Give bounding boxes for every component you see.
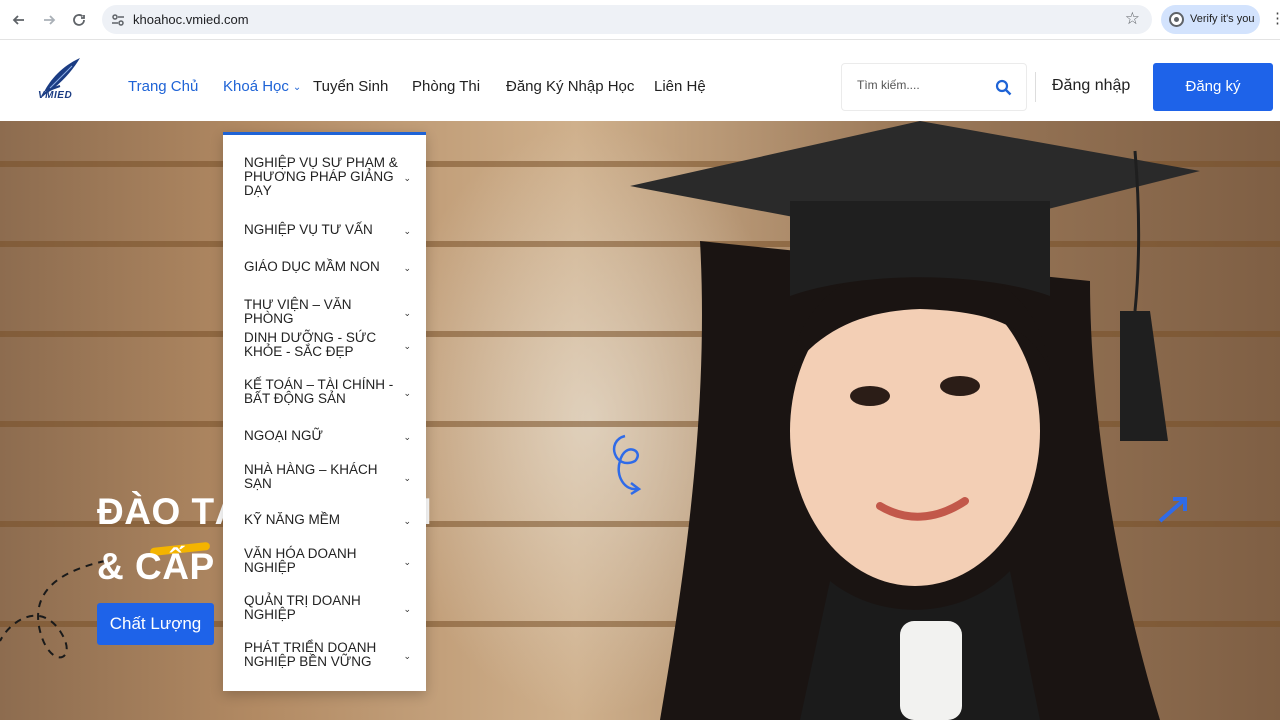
arrow-decoration-icon — [1158, 497, 1187, 523]
login-link[interactable]: Đăng nhập — [1052, 77, 1130, 95]
chevron-down-icon: ⌄ — [403, 432, 411, 442]
chevron-down-icon: ⌄ — [403, 308, 411, 318]
chevron-down-icon: ⌄ — [403, 516, 411, 526]
dropdown-item-label: NGOẠI NGỮ — [244, 428, 324, 443]
courses-dropdown: NGHIỆP VỤ SƯ PHẠM & PHƯƠNG PHÁP GIẢNG DẠ… — [223, 132, 426, 691]
nav-khoa-hoc-label: Khoá Học — [223, 78, 289, 95]
hero-title-line1: ĐÀO TẠ — [97, 491, 242, 532]
hero-banner: ĐÀO TẠ N & CẤP C Chất Lượng — [0, 121, 1280, 720]
dropdown-item[interactable]: PHÁT TRIỂN DOANH NGHIỆP BỀN VỮNG ⌄ — [244, 641, 419, 669]
quality-button[interactable]: Chất Lượng — [97, 603, 214, 645]
search-input[interactable] — [857, 78, 987, 92]
nav-dang-ky-nhap-hoc[interactable]: Đăng Ký Nhập Học — [506, 78, 634, 95]
verify-button[interactable]: Verify it's you — [1161, 5, 1260, 34]
dropdown-item-label: NHÀ HÀNG – KHÁCH SẠN — [244, 462, 378, 491]
chevron-down-icon: ⌄ — [403, 388, 411, 398]
chevron-down-icon: ⌄ — [403, 263, 411, 273]
browser-toolbar: khoahoc.vmied.com ☆ Verify it's you ⋮ — [0, 0, 1280, 40]
graduate-photo — [630, 121, 1200, 720]
chevron-down-icon: ⌄ — [403, 557, 411, 567]
dropdown-item-label: NGHIỆP VỤ TƯ VẤN — [244, 222, 373, 237]
dropdown-item-label: DINH DƯỠNG - SỨC KHỎE - SẮC ĐẸP — [244, 330, 377, 359]
register-button[interactable]: Đăng ký — [1153, 63, 1273, 111]
site-info-icon[interactable] — [110, 12, 126, 28]
header-divider — [1035, 72, 1036, 102]
address-bar[interactable]: khoahoc.vmied.com ☆ — [102, 5, 1152, 34]
dropdown-item[interactable]: KỸ NĂNG MỀM ⌄ — [244, 513, 419, 527]
chevron-down-icon: ⌄ — [403, 473, 411, 483]
nav-tuyen-sinh[interactable]: Tuyển Sinh — [313, 78, 388, 95]
verify-label: Verify it's you — [1190, 13, 1255, 25]
dropdown-item[interactable]: DINH DƯỠNG - SỨC KHỎE - SẮC ĐẸP ⌄ — [244, 331, 419, 359]
chevron-down-icon: ⌄ — [403, 341, 411, 351]
dropdown-item-label: GIÁO DỤC MẦM NON — [244, 259, 380, 274]
search-box — [841, 63, 1027, 111]
chevron-down-icon: ⌄ — [403, 604, 411, 614]
dropdown-item-label: QUẢN TRỊ DOANH NGHIỆP — [244, 593, 361, 622]
bookmark-star-icon[interactable]: ☆ — [1125, 9, 1140, 29]
dropdown-item[interactable]: GIÁO DỤC MẦM NON ⌄ — [244, 260, 419, 274]
site-header: VMIED Trang Chủ Khoá Học ⌄ Tuyển Sinh Phò… — [0, 40, 1280, 121]
dropdown-item[interactable]: THƯ VIỆN – VĂN PHÒNG ⌄ — [244, 298, 419, 326]
nav-khoa-hoc[interactable]: Khoá Học ⌄ — [223, 78, 301, 95]
dropdown-item[interactable]: NGHIỆP VỤ SƯ PHẠM & PHƯƠNG PHÁP GIẢNG DẠ… — [244, 156, 419, 198]
reload-icon[interactable] — [68, 9, 90, 31]
dropdown-item-label: PHÁT TRIỂN DOANH NGHIỆP BỀN VỮNG — [244, 640, 377, 669]
dashed-loop-decoration — [0, 560, 106, 659]
dropdown-item[interactable]: QUẢN TRỊ DOANH NGHIỆP ⌄ — [244, 594, 419, 622]
forward-icon[interactable] — [38, 9, 60, 31]
dropdown-item-label: KỸ NĂNG MỀM — [244, 512, 341, 527]
nav-trang-chu[interactable]: Trang Chủ — [128, 78, 198, 95]
nav-phong-thi[interactable]: Phòng Thi — [412, 78, 480, 95]
swirl-arrow-icon — [613, 434, 642, 496]
profile-icon — [1169, 12, 1184, 27]
chevron-down-icon: ⌄ — [292, 82, 302, 93]
dropdown-item[interactable]: NGOẠI NGỮ ⌄ — [244, 429, 419, 443]
url-text[interactable]: khoahoc.vmied.com — [133, 12, 249, 27]
chevron-down-icon: ⌄ — [403, 651, 411, 661]
dropdown-item[interactable]: NHÀ HÀNG – KHÁCH SẠN ⌄ — [244, 463, 419, 491]
dropdown-item-label: VĂN HÓA DOANH NGHIỆP — [244, 546, 357, 575]
chevron-down-icon: ⌄ — [403, 173, 411, 183]
dropdown-item[interactable]: NGHIỆP VỤ TƯ VẤN ⌄ — [244, 223, 419, 237]
back-icon[interactable] — [8, 9, 30, 31]
dropdown-item-label: THƯ VIỆN – VĂN PHÒNG — [244, 297, 352, 326]
dropdown-item-label: NGHIỆP VỤ SƯ PHẠM & PHƯƠNG PHÁP GIẢNG DẠ… — [244, 155, 398, 198]
dropdown-item-label: KẾ TOÁN – TÀI CHÍNH - BẤT ĐỘNG SẢN — [244, 377, 394, 406]
nav-lien-he[interactable]: Liên Hệ — [654, 78, 706, 95]
chevron-down-icon: ⌄ — [403, 226, 411, 236]
search-icon[interactable] — [995, 79, 1012, 96]
dropdown-item[interactable]: VĂN HÓA DOANH NGHIỆP ⌄ — [244, 547, 419, 575]
logo-text: VMIED — [38, 90, 73, 101]
more-menu-icon[interactable]: ⋮ — [1270, 9, 1280, 27]
dropdown-item[interactable]: KẾ TOÁN – TÀI CHÍNH - BẤT ĐỘNG SẢN ⌄ — [244, 378, 419, 406]
